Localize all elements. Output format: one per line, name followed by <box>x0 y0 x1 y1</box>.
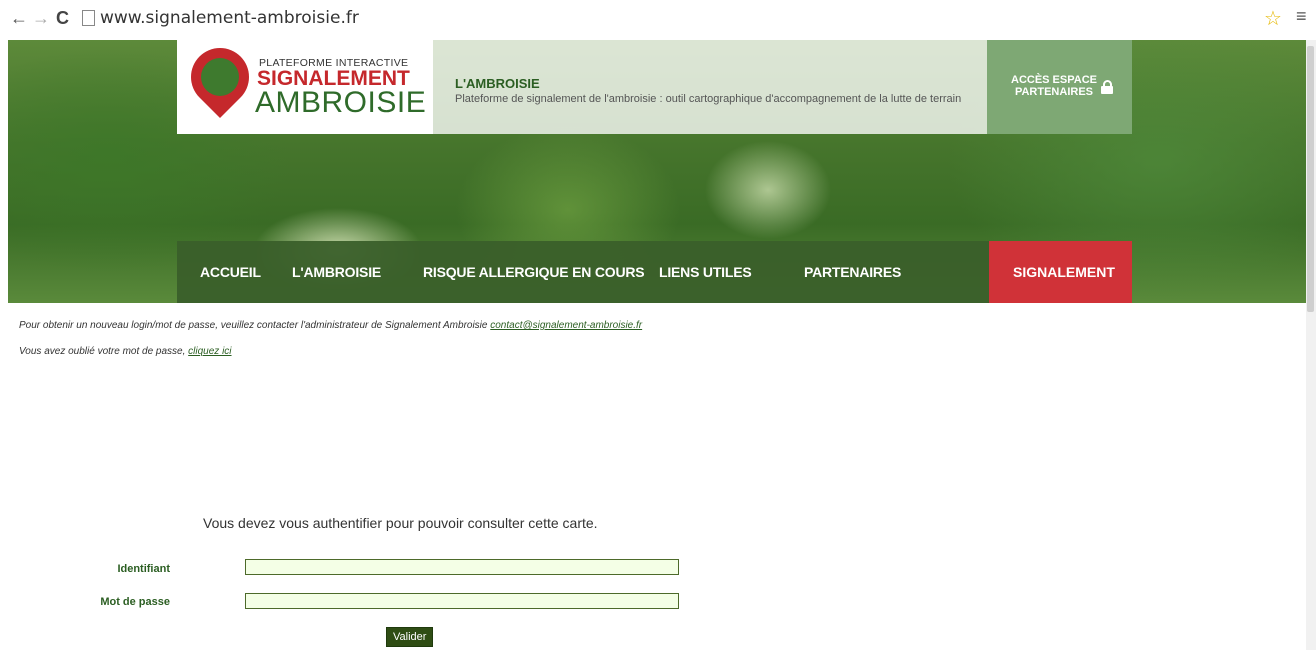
password-label: Mot de passe <box>100 596 170 608</box>
nav-signalement[interactable]: SIGNALEMENT <box>989 241 1132 303</box>
address-bar[interactable]: www.signalement-ambroisie.fr <box>100 8 359 28</box>
forgot-password-text: Vous avez oublié votre mot de passe, <box>19 346 189 357</box>
login-info: Pour obtenir un nouveau login/mot de pas… <box>19 320 642 331</box>
browser-toolbar: ← → C www.signalement-ambroisie.fr ☆ ≡ <box>0 0 1316 40</box>
nav-risque-allergique[interactable]: RISQUE ALLERGIQUE EN COURS <box>423 264 645 280</box>
reload-icon[interactable]: C <box>56 8 69 29</box>
header-subtitle: Plateforme de signalement de l'ambroisie… <box>455 93 962 105</box>
back-icon[interactable]: ← <box>10 8 28 29</box>
partner-space-line2: PARTENAIRES <box>1014 86 1093 98</box>
submit-button[interactable]: Valider <box>386 627 434 647</box>
forgot-password-link[interactable]: cliquez ici <box>188 346 231 357</box>
nav-signalement-label: SIGNALEMENT <box>1013 264 1115 280</box>
site-logo[interactable]: PLATEFORME INTERACTIVE SIGNALEMENT AMBRO… <box>177 40 433 134</box>
forward-icon[interactable]: → <box>32 8 50 29</box>
header-banner: PLATEFORME INTERACTIVE SIGNALEMENT AMBRO… <box>8 40 1306 303</box>
header-title: L'AMBROISIE <box>455 76 540 91</box>
nav-ambroisie[interactable]: L'AMBROISIE <box>292 264 381 280</box>
identifier-input[interactable] <box>245 559 679 575</box>
nav-accueil[interactable]: ACCUEIL <box>200 264 261 280</box>
scrollbar-thumb[interactable] <box>1307 46 1314 312</box>
partner-space-label: ACCÈS ESPACE PARTENAIRES <box>1011 74 1097 98</box>
nav-liens-utiles[interactable]: LIENS UTILES <box>659 264 752 280</box>
leaf-icon <box>193 50 247 104</box>
logo-ambroisie: AMBROISIE <box>255 86 427 119</box>
bookmark-star-icon[interactable]: ☆ <box>1264 6 1282 31</box>
auth-message: Vous devez vous authentifier pour pouvoi… <box>203 515 598 531</box>
forgot-password-info: Vous avez oublié votre mot de passe, cli… <box>19 346 232 357</box>
page-icon <box>82 10 95 26</box>
contact-email-link[interactable]: contact@signalement-ambroisie.fr <box>490 320 642 331</box>
login-info-text: Pour obtenir un nouveau login/mot de pas… <box>19 320 491 331</box>
identifier-label: Identifiant <box>117 563 170 575</box>
password-input[interactable] <box>245 593 679 609</box>
partner-space-line1: ACCÈS ESPACE <box>1011 74 1097 86</box>
lock-icon <box>1101 80 1113 94</box>
main-nav: ACCUEIL L'AMBROISIE RISQUE ALLERGIQUE EN… <box>177 241 989 303</box>
nav-partenaires[interactable]: PARTENAIRES <box>804 264 901 280</box>
map-pin-icon <box>178 40 262 119</box>
header-title-box: L'AMBROISIE Plateforme de signalement de… <box>433 40 987 134</box>
browser-menu-icon[interactable]: ≡ <box>1296 6 1307 27</box>
partner-space-button[interactable]: ACCÈS ESPACE PARTENAIRES <box>987 40 1132 134</box>
